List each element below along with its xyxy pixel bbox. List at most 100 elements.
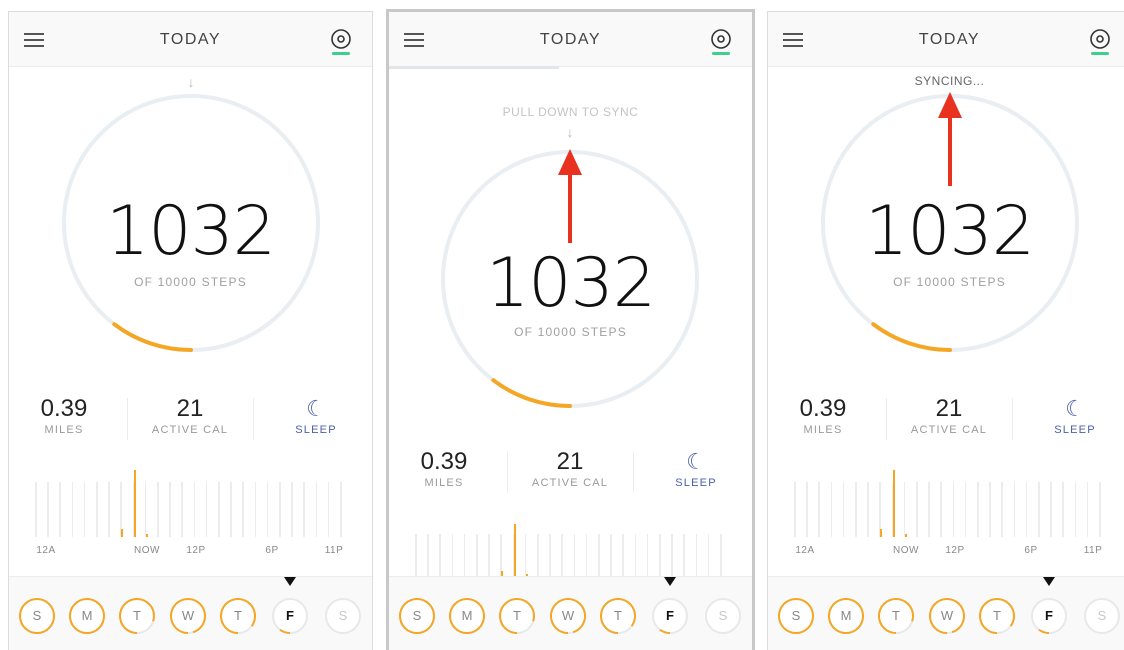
miles-label: MILES <box>803 424 843 436</box>
day-button[interactable]: F <box>1029 596 1069 636</box>
miles-stat: 0.39 MILES <box>389 449 499 490</box>
day-label: M <box>840 608 852 623</box>
hour-tick <box>476 534 478 577</box>
day-label: T <box>892 608 900 623</box>
hour-tick <box>427 534 429 577</box>
day-button[interactable]: F <box>650 596 690 636</box>
day-label: T <box>133 608 141 623</box>
hour-tick <box>977 482 979 537</box>
activity-bar <box>146 534 148 537</box>
hour-tick <box>989 482 991 537</box>
hour-tick <box>340 482 342 537</box>
axis-label: NOW <box>893 545 919 556</box>
day-label: S <box>32 608 42 623</box>
day-button[interactable]: W <box>168 596 208 636</box>
calories-label: ACTIVE CAL <box>531 477 609 489</box>
hour-tick <box>622 534 624 577</box>
page-title: TODAY <box>539 31 602 48</box>
device-icon[interactable] <box>330 28 352 56</box>
day-label: M <box>461 608 473 623</box>
activity-histogram <box>389 524 752 577</box>
syncing-status: SYNCING... <box>914 74 985 88</box>
steps-goal-label: OF 10000 STEPS <box>134 275 247 289</box>
hour-tick <box>315 482 318 537</box>
header: TODAY <box>389 12 752 67</box>
day-label: T <box>993 608 1001 623</box>
hour-tick <box>1086 482 1089 537</box>
day-button[interactable]: T <box>876 596 916 636</box>
hour-tick <box>157 482 159 537</box>
day-selector: S M T W T F S <box>768 576 1124 650</box>
hour-tick <box>230 482 232 537</box>
day-button[interactable]: T <box>218 596 258 636</box>
hour-tick <box>327 482 330 537</box>
device-icon[interactable] <box>1089 28 1111 56</box>
day-button[interactable]: T <box>977 596 1017 636</box>
steps-goal-label: OF 10000 STEPS <box>893 275 1006 289</box>
hour-tick <box>71 482 74 537</box>
day-button[interactable]: T <box>117 596 157 636</box>
hour-tick <box>1050 482 1052 537</box>
selected-day-marker <box>1043 577 1055 586</box>
hour-tick <box>181 482 183 537</box>
day-button[interactable]: S <box>703 596 743 636</box>
hour-tick <box>193 482 196 537</box>
stats-row: 0.39 MILES 21 ACTIVE CAL ☾ SLEEP <box>389 449 752 499</box>
calories-stat: 21 ACTIVE CAL <box>135 395 245 437</box>
day-label: S <box>1097 608 1107 623</box>
sleep-button[interactable]: ☾ SLEEP <box>1020 396 1124 436</box>
sync-progress-bar <box>389 66 559 69</box>
hour-tick <box>537 534 539 577</box>
hour-tick <box>707 534 710 577</box>
progress-arc <box>491 378 572 408</box>
day-button[interactable]: T <box>598 596 638 636</box>
day-label: W <box>940 608 954 623</box>
day-label: S <box>338 608 348 623</box>
axis-label: NOW <box>134 545 160 556</box>
hour-tick <box>291 482 293 537</box>
day-button[interactable]: W <box>548 596 588 636</box>
day-button[interactable]: T <box>497 596 537 636</box>
screen-today-default: TODAY ↓ 1032 OF 10000 STEPS 0.39 MILES 2… <box>9 12 372 650</box>
hour-tick <box>242 482 244 537</box>
day-button[interactable]: M <box>67 596 107 636</box>
sleep-button[interactable]: ☾ SLEEP <box>261 396 371 436</box>
day-button[interactable]: F <box>270 596 310 636</box>
stats-row: 0.39 MILES 21 ACTIVE CAL ☾ SLEEP <box>768 396 1124 446</box>
annotation-arrow-up <box>558 149 582 243</box>
progress-arc <box>112 322 193 352</box>
hour-tick <box>794 482 796 537</box>
day-label: W <box>181 608 195 623</box>
day-label: W <box>561 608 575 623</box>
calories-value: 21 <box>176 395 204 422</box>
sleep-button[interactable]: ☾ SLEEP <box>641 449 751 489</box>
hour-tick <box>35 482 37 537</box>
axis-label: 12A <box>795 545 815 556</box>
arrow-down-icon: ↓ <box>566 124 574 140</box>
axis-label: 12A <box>36 545 56 556</box>
day-button[interactable]: S <box>397 596 437 636</box>
hour-tick <box>1099 482 1101 537</box>
hour-tick <box>573 534 576 577</box>
day-label: F <box>666 608 674 623</box>
day-button[interactable]: M <box>447 596 487 636</box>
day-button[interactable]: W <box>927 596 967 636</box>
day-button[interactable]: S <box>776 596 816 636</box>
day-label: S <box>412 608 422 623</box>
day-button[interactable]: M <box>826 596 866 636</box>
sleep-label: SLEEP <box>1054 424 1096 436</box>
day-button[interactable]: S <box>323 596 363 636</box>
hour-tick <box>279 482 281 537</box>
hour-tick <box>720 534 722 577</box>
activity-histogram <box>768 470 1124 537</box>
device-icon[interactable] <box>710 28 732 56</box>
hour-tick <box>659 534 661 577</box>
steps-goal-label: OF 10000 STEPS <box>514 325 627 339</box>
hour-tick <box>254 482 257 537</box>
hour-tick <box>108 482 110 537</box>
day-selector: S M T W T F S <box>389 576 752 650</box>
hour-tick <box>205 482 208 537</box>
hour-tick <box>451 534 454 577</box>
day-button[interactable]: S <box>17 596 57 636</box>
day-button[interactable]: S <box>1082 596 1122 636</box>
